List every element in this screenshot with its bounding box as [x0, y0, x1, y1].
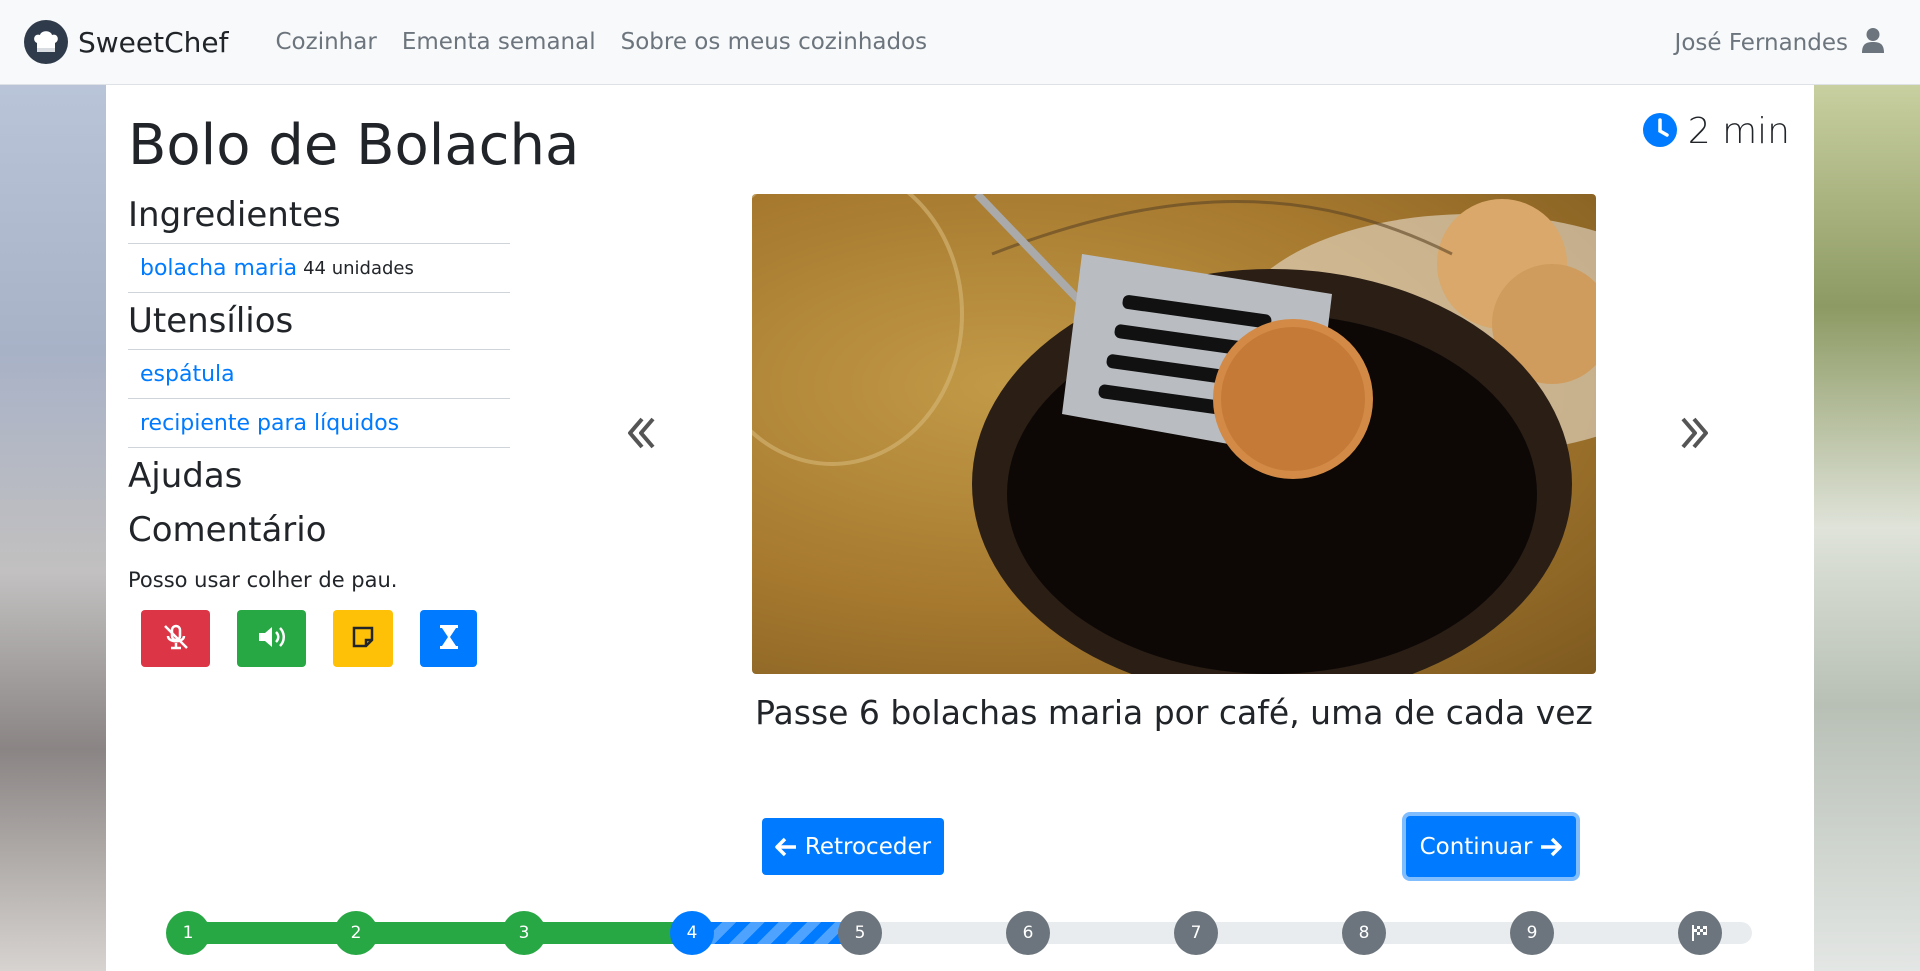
progress-done	[192, 922, 712, 944]
hourglass-icon	[439, 624, 459, 654]
progress-step-2[interactable]: 2	[334, 911, 378, 955]
utensil-link[interactable]: recipiente para líquidos	[140, 411, 399, 436]
nav-link-ementa-semanal[interactable]: Ementa semanal	[402, 29, 596, 55]
brand[interactable]: SweetChef	[24, 20, 229, 64]
nav-links: Cozinhar Ementa semanal Sobre os meus co…	[251, 29, 928, 55]
progress-step-4[interactable]: 4	[670, 911, 714, 955]
arrow-right-icon	[1540, 837, 1563, 857]
comment-title: Comentário	[128, 510, 327, 550]
step-image	[752, 194, 1596, 674]
progress-step-1[interactable]: 1	[166, 911, 210, 955]
checkered-flag-icon	[1691, 924, 1709, 942]
progress-step-5[interactable]: 5	[838, 911, 882, 955]
timer: 2 min	[1642, 111, 1790, 152]
user-name: José Fernandes	[1674, 29, 1848, 56]
microphone-slash-icon	[162, 623, 190, 655]
hourglass-button[interactable]	[420, 610, 477, 667]
utensil-link[interactable]: espátula	[140, 362, 235, 387]
user-menu[interactable]: José Fernandes	[1675, 0, 1884, 85]
list-item: recipiente para líquidos	[128, 399, 510, 448]
user-icon	[1862, 28, 1884, 57]
ingredients-list: bolacha maria 44 unidades	[128, 243, 510, 293]
arrow-left-icon	[775, 837, 797, 857]
navbar: SweetChef Cozinhar Ementa semanal Sobre …	[0, 0, 1920, 85]
step-caption: Passe 6 bolachas maria por café, uma de …	[755, 693, 1593, 732]
chef-hat-icon	[24, 20, 68, 64]
clock-icon	[1642, 112, 1678, 152]
progress-step-6[interactable]: 6	[1006, 911, 1050, 955]
volume-button[interactable]	[237, 610, 306, 667]
background-left	[0, 85, 106, 971]
comment-text: Posso usar colher de pau.	[128, 568, 398, 592]
progress-step-8[interactable]: 8	[1342, 911, 1386, 955]
background-right	[1814, 85, 1920, 971]
next-button[interactable]: Continuar	[1406, 816, 1576, 877]
helps-title: Ajudas	[128, 456, 243, 496]
sticky-note-icon	[351, 625, 375, 653]
utensils-title: Utensílios	[128, 301, 294, 341]
progress-current	[694, 922, 862, 944]
brand-name: SweetChef	[78, 25, 229, 59]
back-label: Retroceder	[804, 833, 932, 860]
recipe-title: Bolo de Bolacha	[128, 113, 580, 178]
ingredients-title: Ingredientes	[128, 195, 341, 235]
nav-link-sobre[interactable]: Sobre os meus cozinhados	[621, 29, 928, 55]
utensils-list: espátula recipiente para líquidos	[128, 349, 510, 448]
ingredient-quantity: 44 unidades	[303, 257, 414, 279]
carousel-prev-button[interactable]	[626, 415, 658, 455]
note-button[interactable]	[333, 610, 393, 667]
progress-step-finish[interactable]	[1678, 911, 1722, 955]
list-item: espátula	[128, 350, 510, 399]
back-button[interactable]: Retroceder	[762, 818, 944, 875]
volume-icon	[257, 624, 287, 654]
nav-link-cozinhar[interactable]: Cozinhar	[276, 29, 377, 55]
double-chevron-left-icon	[626, 417, 658, 455]
progress-step-3[interactable]: 3	[502, 911, 546, 955]
next-label: Continuar	[1419, 833, 1533, 860]
list-item: bolacha maria 44 unidades	[128, 244, 510, 293]
mute-button[interactable]	[141, 610, 210, 667]
timer-value: 2 min	[1687, 111, 1790, 152]
double-chevron-right-icon	[1678, 417, 1710, 455]
side-panel: Ingredientes bolacha maria 44 unidades U…	[128, 195, 510, 667]
progress-step-7[interactable]: 7	[1174, 911, 1218, 955]
carousel-next-button[interactable]	[1678, 415, 1710, 455]
ingredient-link[interactable]: bolacha maria	[140, 256, 297, 281]
tool-buttons	[128, 610, 510, 667]
progress-step-9[interactable]: 9	[1510, 911, 1554, 955]
main-container: Bolo de Bolacha 2 min Ingredientes bolac…	[106, 85, 1814, 971]
